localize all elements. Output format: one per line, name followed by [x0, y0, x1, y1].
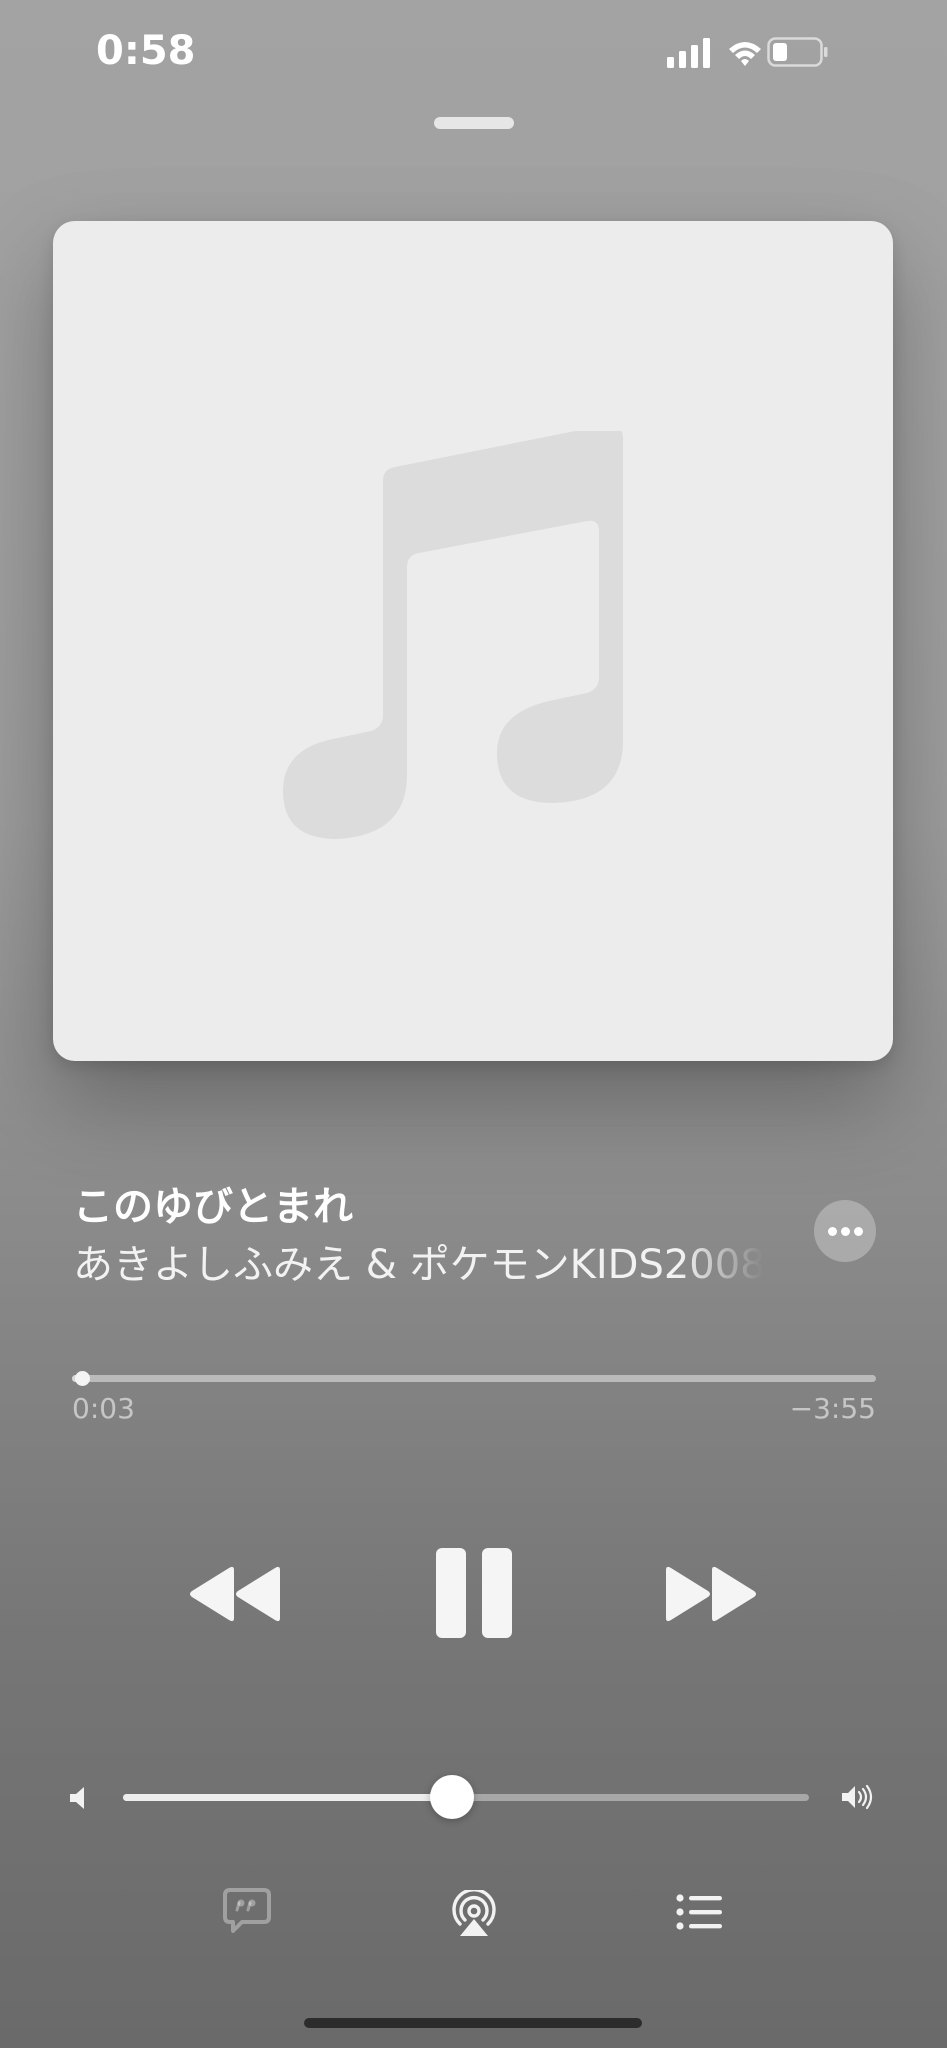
fast-forward-icon[interactable] [664, 1566, 758, 1622]
album-artwork [53, 221, 893, 1061]
status-bar: 0:58 [0, 0, 947, 110]
bottom-bar [0, 1880, 947, 1940]
volume-row [0, 1775, 947, 1830]
elapsed-time: 0:03 [72, 1392, 135, 1425]
rewind-icon[interactable] [188, 1566, 282, 1622]
airplay-audio-icon[interactable] [450, 1890, 498, 1938]
ellipsis-icon-dot [841, 1227, 850, 1236]
wifi-icon [729, 42, 761, 66]
volume-fill [123, 1794, 453, 1801]
more-options-button[interactable] [814, 1200, 876, 1262]
track-artist[interactable]: あきよしふみえ & ポケモンKIDS2008 [73, 1232, 763, 1290]
remaining-time: −3:55 [789, 1392, 876, 1425]
speaker-low-icon [70, 1787, 84, 1809]
status-time: 0:58 [96, 28, 196, 74]
cellular-signal-icon [667, 38, 710, 68]
home-indicator[interactable] [304, 2018, 642, 2028]
playback-scrubber-knob[interactable] [75, 1371, 91, 1386]
lyrics-quote-icon[interactable] [222, 1886, 272, 1936]
ellipsis-icon-dot [854, 1227, 863, 1236]
speaker-high-icon [842, 1784, 873, 1810]
playback-scrubber[interactable] [72, 1371, 876, 1386]
list-icon[interactable] [676, 1894, 722, 1930]
music-note-icon [283, 431, 623, 839]
pause-icon[interactable] [436, 1548, 512, 1638]
track-title: このゆびとまれ [73, 1184, 353, 1230]
ellipsis-icon-dot [828, 1227, 837, 1236]
battery-low-icon [767, 37, 828, 67]
sheet-grabber[interactable] [434, 117, 514, 129]
volume-slider[interactable] [123, 1775, 809, 1819]
volume-slider-knob[interactable] [430, 1775, 475, 1819]
